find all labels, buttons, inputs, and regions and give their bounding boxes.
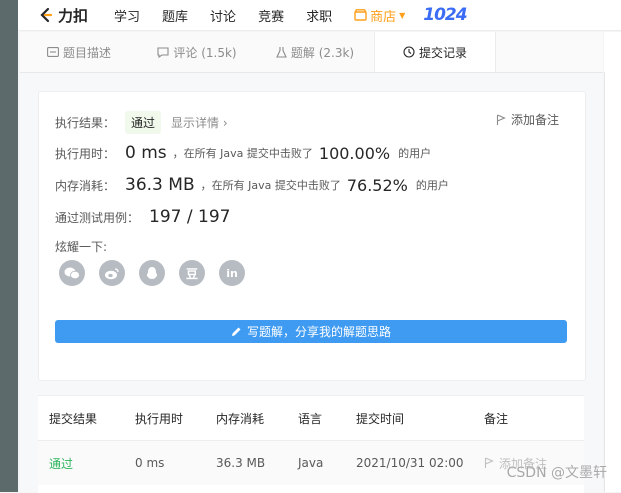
tab-comments-label: 评论 (1.5k) <box>173 45 237 60</box>
top-navbar: 力扣 学习 题库 讨论 竞赛 求职 商店 ▼ 1024 <box>18 0 621 31</box>
tab-submissions-label: 提交记录 <box>418 45 467 60</box>
weibo-icon <box>105 267 119 279</box>
flask-icon <box>276 47 287 58</box>
runtime-label: 执行用时： <box>55 146 116 161</box>
status-badge: 通过 <box>125 111 162 134</box>
tab-submissions[interactable]: 提交记录 <box>374 32 496 72</box>
runtime-row: 执行用时： 0 ms ，在所有 Java 提交中击败了 100.00% 的用户 <box>55 143 431 163</box>
leetcode-logo-icon <box>40 7 53 23</box>
wechat-icon <box>64 267 80 279</box>
memory-row: 内存消耗： 36.3 MB ，在所有 Java 提交中击败了 76.52% 的用… <box>55 175 449 195</box>
write-solution-button[interactable]: 写题解，分享我的解题思路 <box>55 320 567 343</box>
table-header: 提交结果 执行用时 内存消耗 语言 提交时间 备注 <box>38 396 584 441</box>
runtime-percentile: 100.00% <box>318 143 391 163</box>
add-note-label: 添加备注 <box>510 113 559 127</box>
row-status[interactable]: 通过 <box>38 455 135 472</box>
tests-row: 通过测试用例： 197 / 197 <box>55 207 236 227</box>
col-runtime: 执行用时 <box>135 411 184 426</box>
runtime-text: ，在所有 Java 提交中击败了 <box>172 147 313 160</box>
share-weibo-button[interactable] <box>99 260 125 286</box>
share-linkedin-button[interactable]: in <box>219 260 245 286</box>
runtime-suffix: 的用户 <box>398 147 432 160</box>
clock-icon <box>403 46 415 58</box>
submission-panel: 执行结果： 通过 显示详情 › 添加备注 执行用时： 0 ms ，在所有 Jav… <box>20 73 603 493</box>
right-gutter <box>604 32 621 492</box>
nav-problems[interactable]: 题库 <box>162 6 188 25</box>
runtime-value: 0 ms <box>125 143 167 163</box>
result-card: 执行结果： 通过 显示详情 › 添加备注 执行用时： 0 ms ，在所有 Jav… <box>38 91 586 381</box>
shop-label: 商店 <box>370 9 397 25</box>
share-qq-button[interactable] <box>139 260 165 286</box>
result-row: 执行结果： 通过 显示详情 › <box>55 111 228 134</box>
problem-tabs: 题目描述 评论 (1.5k) 题解 (2.3k) 提交记录 <box>20 32 603 73</box>
chevron-down-icon: ▼ <box>399 10 406 20</box>
tab-description[interactable]: 题目描述 <box>20 32 138 72</box>
share-buttons: 豆 in <box>59 260 259 286</box>
share-wechat-button[interactable] <box>59 260 85 286</box>
window-edge <box>0 0 18 492</box>
col-time: 提交时间 <box>356 411 405 426</box>
add-note-button[interactable]: 添加备注 <box>496 111 559 128</box>
col-language: 语言 <box>298 411 323 426</box>
tab-description-label: 题目描述 <box>62 45 111 60</box>
logo-text: 力扣 <box>58 6 89 25</box>
memory-suffix: 的用户 <box>415 179 449 192</box>
nav-jobs[interactable]: 求职 <box>306 6 332 25</box>
linkedin-icon: in <box>226 266 238 280</box>
pencil-icon <box>231 327 241 336</box>
tests-label: 通过测试用例： <box>55 210 140 225</box>
flag-icon <box>496 113 506 125</box>
col-note: 备注 <box>484 411 509 426</box>
share-douban-button[interactable]: 豆 <box>179 260 205 286</box>
csdn-watermark: CSDN @文墨轩 <box>506 465 607 481</box>
result-label: 执行结果： <box>55 116 116 130</box>
nav-contest[interactable]: 竞赛 <box>258 6 284 25</box>
col-memory: 内存消耗 <box>216 411 265 426</box>
memory-label: 内存消耗： <box>55 178 116 193</box>
shop-icon <box>354 9 367 21</box>
comment-icon <box>157 46 169 58</box>
col-result: 提交结果 <box>49 411 98 426</box>
tab-comments[interactable]: 评论 (1.5k) <box>138 32 256 72</box>
write-solution-label: 写题解，分享我的解题思路 <box>246 325 391 339</box>
submissions-table: 提交结果 执行用时 内存消耗 语言 提交时间 备注 通过 0 ms 36.3 M… <box>38 395 584 493</box>
row-memory: 36.3 MB <box>216 456 266 470</box>
tests-value: 197 / 197 <box>149 207 231 227</box>
row-language: Java <box>298 456 324 470</box>
row-time: 2021/10/31 02:00 <box>356 456 464 470</box>
share-label: 炫耀一下: <box>55 240 108 254</box>
tab-solutions-label: 题解 (2.3k) <box>290 45 355 60</box>
scrollbar-track[interactable] <box>604 72 605 492</box>
row-runtime: 0 ms <box>135 456 165 470</box>
qq-icon <box>146 266 158 279</box>
show-details-link[interactable]: 显示详情 › <box>171 114 228 131</box>
flag-icon <box>484 457 494 468</box>
memory-text: ，在所有 Java 提交中击败了 <box>200 179 341 192</box>
nav-discuss[interactable]: 讨论 <box>210 6 236 25</box>
promo-1024-logo[interactable]: 1024 <box>423 5 467 25</box>
table-row[interactable]: 通过 0 ms 36.3 MB Java 2021/10/31 02:00 添加… <box>38 441 584 485</box>
share-label-row: 炫耀一下: <box>55 238 107 255</box>
nav-shop[interactable]: 商店 ▼ <box>354 6 405 25</box>
nav-learn[interactable]: 学习 <box>114 6 140 25</box>
douban-icon: 豆 <box>185 266 198 281</box>
leetcode-logo[interactable]: 力扣 <box>38 5 88 26</box>
description-icon <box>47 47 59 57</box>
tab-solutions[interactable]: 题解 (2.3k) <box>256 32 374 72</box>
memory-value: 36.3 MB <box>125 175 195 195</box>
memory-percentile: 76.52% <box>346 175 408 195</box>
